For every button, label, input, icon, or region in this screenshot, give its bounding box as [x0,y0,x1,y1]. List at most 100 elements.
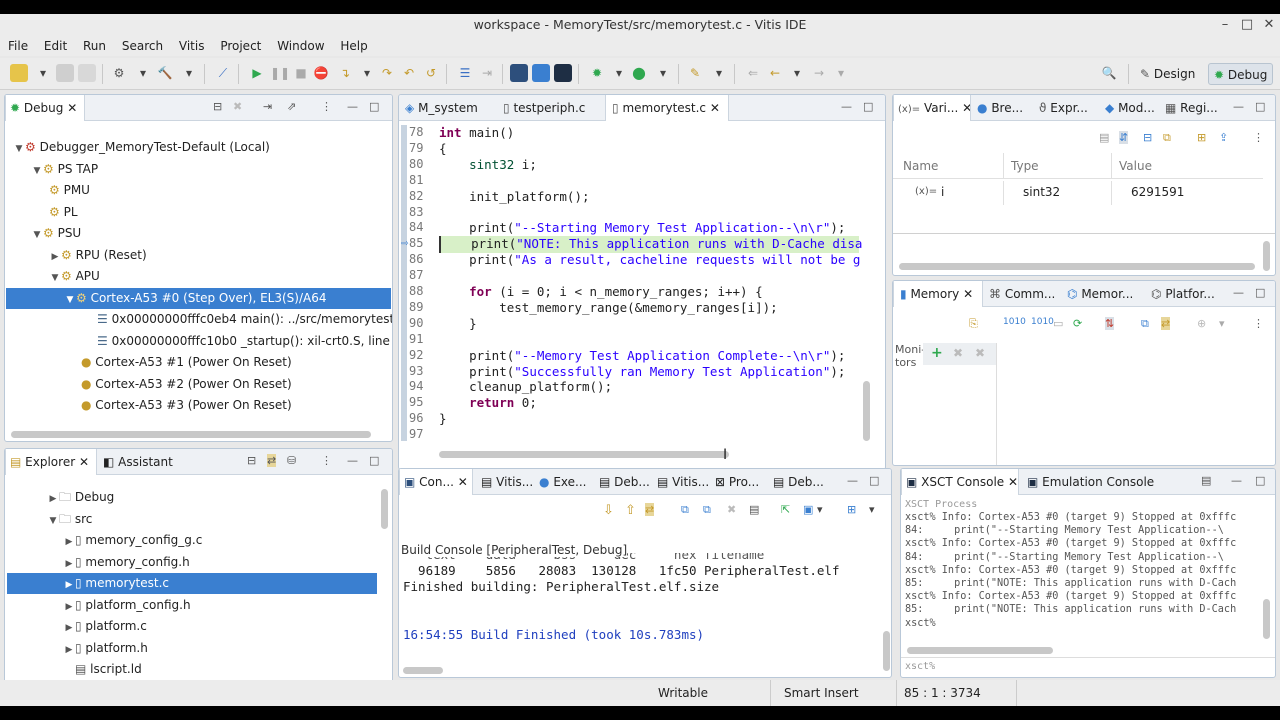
menu-help[interactable]: Help [334,36,373,56]
tab-debug[interactable]: ✹ Debug ✕ [5,95,85,121]
menu-edit[interactable]: Edit [38,36,73,56]
horizontal-scrollbar[interactable] [899,263,1255,270]
list-item[interactable]: ▼ 🗀 src [7,509,377,530]
remove-all-icon[interactable]: ✖ [975,346,985,360]
add-icon[interactable]: ⊞ [1197,131,1206,144]
collapse-all-icon[interactable]: ⊟ [213,100,222,113]
refresh-icon[interactable]: ⟳ [1073,317,1082,330]
tree-item[interactable]: ⚙ PL [9,202,389,223]
tab-memory-2[interactable]: ⌬ Memor... [1063,281,1145,307]
list-item[interactable]: ▶ 🗀 Debug [7,487,377,508]
tree-item[interactable]: ☰ 0x00000000fffc0eb4 main(): ../src/memo… [9,309,392,330]
pin-icon[interactable]: ⧉ [703,503,711,517]
minimize-view-icon[interactable]: — [1233,100,1244,113]
code-line[interactable]: for (i = 0; i < n_memory_ranges; i++) { [439,284,859,301]
menu-window[interactable]: Window [271,36,330,56]
code-line[interactable] [439,173,859,190]
tab-expressions[interactable]: ϑ Expr... [1035,95,1099,121]
chevron-right-icon[interactable]: ▶ [63,640,75,661]
minimize-view-icon[interactable]: — [1233,286,1244,299]
maximize-icon[interactable]: □ [1236,14,1258,36]
filter-icon[interactable]: ⛁ [287,454,296,467]
menu-run[interactable]: Run [77,36,112,56]
tree-item[interactable]: ☰ 0x00000000fffc10b0 _startup(): xil-crt… [9,331,392,352]
minimize-view-icon[interactable]: — [841,100,852,113]
menu-project[interactable]: Project [214,36,267,56]
step-return-icon[interactable]: ↶ [400,64,418,82]
code-line[interactable]: } [439,316,859,333]
close-icon[interactable]: ✕ [710,101,720,115]
arrow-up-icon[interactable]: ⇧ [625,503,636,518]
chevron-down-icon[interactable]: ▾ [817,503,823,516]
remove-icon[interactable]: ✖ [727,503,736,516]
code-line[interactable]: return 0; [439,395,859,412]
tree-item[interactable]: ▼ ⚙ Cortex-A53 #0 (Step Over), EL3(S)/A64 [6,287,391,311]
minimize-view-icon[interactable]: — [847,474,858,487]
chevron-right-icon[interactable]: ▶ [63,532,75,553]
back-icon[interactable]: ⇐ [744,64,762,82]
resume-icon[interactable]: ▶ [248,64,266,82]
chevron-down-icon[interactable]: ▼ [49,268,61,289]
code-line[interactable]: } [439,411,859,428]
tree-item[interactable]: ▼ ⚙ PS TAP [9,159,389,180]
scroll-lock-icon[interactable]: ⇄ [645,503,655,516]
view-menu-icon[interactable]: ⋮ [321,454,332,467]
tab-emulation-console[interactable]: ▣ Emulation Console [1023,469,1163,495]
close-icon[interactable]: ✕ [1258,14,1280,36]
import-icon[interactable]: ⎘ [969,317,978,331]
tab-debugger-console[interactable]: ▤ Deb... [595,469,649,495]
tab-breakpoints[interactable]: ● Bre... [973,95,1033,121]
tree-item[interactable]: ⚙ PMU [9,180,389,201]
chevron-right-icon[interactable]: ▶ [63,554,75,575]
build-config-icon[interactable]: ⚙ [110,64,128,82]
code-line[interactable]: test_memory_range(&memory_ranges[i]); [439,300,859,317]
remove-monitor-icon[interactable]: ✖ [953,346,963,360]
chevron-right-icon[interactable]: ▶ [49,247,61,268]
pencil-icon[interactable]: ✎ [686,64,704,82]
xsct-input-prompt[interactable]: xsct% [905,661,935,672]
tree-item[interactable]: ▼ ⚙ APU [9,266,389,287]
menu-search[interactable]: Search [116,36,169,56]
console-icon[interactable] [554,64,572,82]
minimize-view-icon[interactable]: — [347,100,358,113]
list-item[interactable]: ▶ ▯ platform_config.h [7,595,377,616]
maximize-view-icon[interactable]: □ [369,100,379,113]
tab-vitis-log[interactable]: ▤ Vitis... [477,469,533,495]
maximize-view-icon[interactable]: □ [1255,474,1265,487]
link-icon[interactable]: ⧉ [1163,131,1171,145]
list-item[interactable]: ▤ lscript.ld [7,659,377,680]
close-icon[interactable]: ✕ [67,101,77,115]
maximize-view-icon[interactable]: □ [1255,286,1265,299]
code-line[interactable]: print("--Starting Memory Test Applicatio… [439,220,859,237]
code-line[interactable] [439,427,859,444]
clear-console-icon[interactable]: ▤ [1201,474,1211,487]
design-perspective-button[interactable]: ✎ Design [1140,63,1195,85]
chevron-down-icon[interactable]: ▾ [869,503,875,516]
chevron-down-icon[interactable]: ▼ [64,290,76,311]
tab-console[interactable]: ▣ Con... ✕ [399,469,473,495]
show-type-icon[interactable]: ▤ [1099,131,1109,144]
tab-modules[interactable]: ◆ Mod... [1101,95,1159,121]
horizontal-scrollbar[interactable] [11,431,371,438]
save-icon[interactable] [56,64,74,82]
menu-file[interactable]: File [2,36,34,56]
chevron-down-icon[interactable]: ▾ [788,64,806,82]
tab-executables[interactable]: ● Exe... [537,469,591,495]
code-line[interactable]: cleanup_platform(); [439,379,859,396]
tab-testperiph-c[interactable]: ▯ testperiph.c [497,95,603,121]
vertical-scrollbar[interactable] [1263,599,1270,639]
column-name-header[interactable]: Name [903,159,938,173]
tab-debug-2[interactable]: ▤ Deb... [769,469,827,495]
tab-vitis-serial[interactable]: ▤ Vitis... [653,469,709,495]
tree-item[interactable]: ▶ ⚙ RPU (Reset) [9,245,389,266]
toggle-icon[interactable]: ⇅ [1105,317,1115,330]
chevron-down-icon[interactable]: ▼ [31,161,43,182]
debug-bug-icon[interactable]: ✹ [588,64,606,82]
save-all-icon[interactable] [78,64,96,82]
chevron-right-icon[interactable]: ▶ [63,575,75,596]
list-item[interactable]: ▶ ▯ memorytest.c [7,573,377,594]
minimize-view-icon[interactable]: — [347,454,358,467]
vertical-scrollbar[interactable] [883,631,890,671]
chevron-down-icon[interactable]: ▼ [13,139,25,160]
terminal-icon[interactable] [510,64,528,82]
